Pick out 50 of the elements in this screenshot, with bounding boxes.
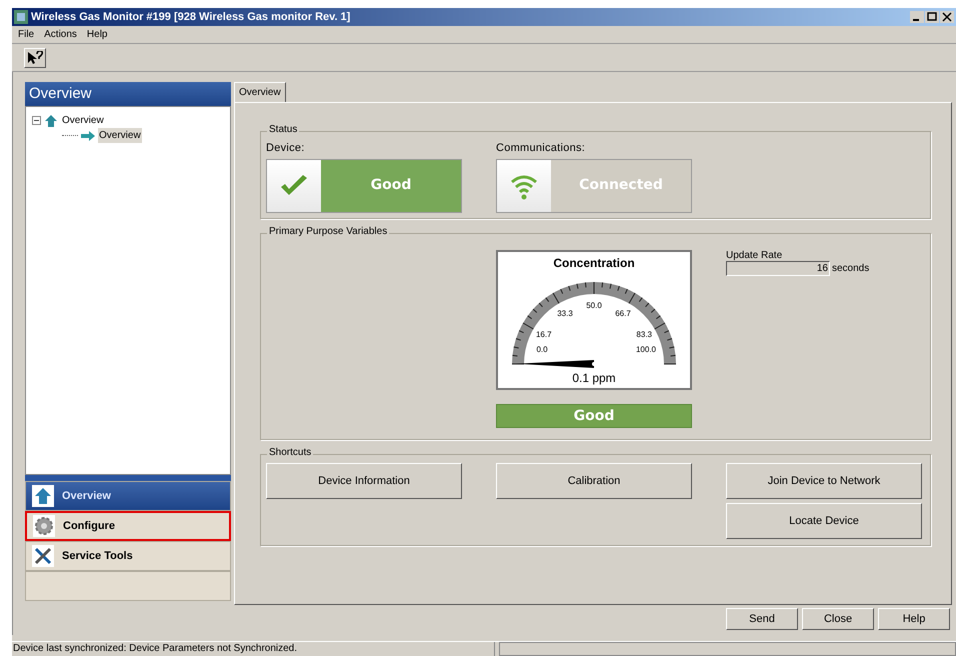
group-title: Shortcuts xyxy=(267,448,314,458)
app-icon xyxy=(14,10,28,24)
gauge-tick-label: 33.3 xyxy=(557,310,573,318)
gauge-reading: 0.1 ppm xyxy=(572,371,616,385)
menu-item[interactable]: Actions xyxy=(44,27,77,42)
gear-icon xyxy=(33,515,55,537)
group-title: Status xyxy=(267,125,300,135)
sidebar-title: Overview xyxy=(29,84,92,104)
group-title: Primary Purpose Variables xyxy=(267,227,390,237)
minimize-icon[interactable] xyxy=(910,11,924,23)
dialog-button[interactable]: Send xyxy=(726,608,798,630)
maximize-icon[interactable] xyxy=(925,11,939,23)
window-title: Wireless Gas Monitor #199 [928 Wireless Gas monitor Rev. 1] xyxy=(31,10,350,25)
menu-item[interactable]: File xyxy=(18,27,34,42)
gauge-title: Concentration xyxy=(553,255,635,272)
status-value: Good xyxy=(370,176,412,195)
tree-item[interactable]: Overview xyxy=(98,128,142,143)
tree-item[interactable]: Overview xyxy=(61,113,105,128)
update-rate-unit: seconds xyxy=(832,262,870,276)
tab[interactable]: Overview xyxy=(234,82,286,102)
update-rate-field[interactable]: 16 xyxy=(726,261,830,276)
arrow-icon xyxy=(81,130,95,140)
shortcut-button[interactable]: Device Information xyxy=(266,463,462,499)
status-label: Device: xyxy=(266,141,306,156)
update-rate-label: Update Rate xyxy=(726,250,784,261)
nav-item[interactable]: Overview xyxy=(25,481,231,511)
gauge-tick-label: 66.7 xyxy=(615,310,631,318)
help-pointer-button[interactable] xyxy=(24,48,46,68)
dialog-button[interactable]: Close xyxy=(802,608,874,630)
shortcut-button[interactable]: Calibration xyxy=(496,463,692,499)
pointer-help-icon xyxy=(27,50,43,64)
dialog-button[interactable]: Help xyxy=(878,608,950,630)
check-icon xyxy=(279,174,309,198)
state-value: Good xyxy=(574,406,614,426)
status-label: Communications: xyxy=(496,141,586,156)
gauge-tick-label: 83.3 xyxy=(636,331,652,339)
shortcut-button[interactable]: Join Device to Network xyxy=(726,463,922,499)
collapse-toggle[interactable] xyxy=(32,116,41,125)
gauge-tick-label: 16.7 xyxy=(536,331,552,339)
tools-icon xyxy=(32,545,54,567)
close-icon[interactable] xyxy=(940,11,954,23)
gauge-tick-label: 0.0 xyxy=(536,346,548,354)
status-value: Connected xyxy=(579,176,663,195)
status-bar-text: Device last synchronized: Device Parameters not Synchronized. xyxy=(12,642,495,656)
menu-item[interactable]: Help xyxy=(86,27,108,42)
nav-item[interactable]: Configure xyxy=(25,511,231,541)
nav-item[interactable]: Service Tools xyxy=(25,541,231,571)
gauge-tick-label: 50.0 xyxy=(586,302,602,310)
gauge-tick-label: 100.0 xyxy=(636,346,656,354)
shortcut-button[interactable]: Locate Device xyxy=(726,503,922,539)
